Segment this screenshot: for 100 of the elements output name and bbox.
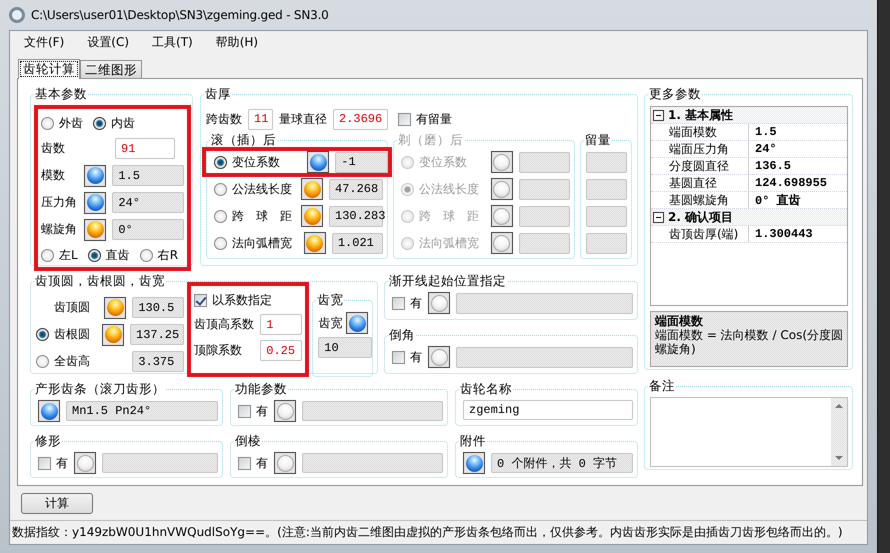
sphere-button[interactable] xyxy=(463,452,485,474)
field-label: 齿数 xyxy=(41,140,66,157)
tab[interactable]: 二维图形 xyxy=(80,60,142,78)
input-field[interactable] xyxy=(302,401,443,421)
input-field[interactable]: zgeming xyxy=(463,400,633,420)
sphere-icon xyxy=(493,180,510,198)
menu-item[interactable]: 文件(F) xyxy=(14,34,78,50)
input-field[interactable]: 11 xyxy=(248,108,273,130)
scrollbar[interactable] xyxy=(831,398,847,466)
input-field[interactable]: 10 xyxy=(318,337,372,358)
input-field[interactable]: 130.5 xyxy=(132,297,184,318)
radio-label: 齿根圆 xyxy=(54,326,90,343)
sphere-icon xyxy=(430,348,448,366)
group-title: 修形 xyxy=(34,433,62,450)
checkbox[interactable] xyxy=(238,456,251,470)
input-field[interactable] xyxy=(586,178,627,200)
sphere-button[interactable] xyxy=(346,312,368,334)
input-field[interactable]: 1.021 xyxy=(332,232,383,254)
sphere-button[interactable] xyxy=(102,324,124,346)
input-field[interactable]: -1 xyxy=(335,152,388,172)
input-field[interactable]: 24° xyxy=(112,192,184,213)
sphere-button[interactable] xyxy=(74,452,96,474)
radio-button[interactable] xyxy=(36,328,49,341)
input-field[interactable] xyxy=(586,206,627,226)
checkbox[interactable] xyxy=(194,294,207,307)
checkbox[interactable] xyxy=(392,350,405,364)
radio-label: 变位系数 xyxy=(232,154,280,170)
group-title: 齿顶圆，齿根圆，齿宽 xyxy=(34,273,166,290)
radio-label: 内齿 xyxy=(111,114,135,132)
sphere-button[interactable] xyxy=(38,400,60,422)
radio-button[interactable] xyxy=(140,248,153,262)
sphere-button[interactable] xyxy=(304,232,326,254)
notes-field[interactable] xyxy=(650,397,848,467)
menu-item[interactable]: 帮助(H) xyxy=(206,34,272,50)
sphere-button[interactable] xyxy=(428,292,450,314)
sphere-icon xyxy=(106,299,124,316)
sphere-button[interactable] xyxy=(84,218,106,240)
group-title: 渐开线起始位置指定 xyxy=(388,273,507,290)
input-field[interactable]: 3.375 xyxy=(132,351,184,372)
radio-label: 右R xyxy=(158,246,178,264)
radio-button[interactable] xyxy=(41,248,54,262)
input-field[interactable] xyxy=(302,453,443,473)
radio-button[interactable] xyxy=(214,236,227,250)
checkbox[interactable] xyxy=(392,296,405,310)
sphere-button[interactable] xyxy=(274,400,296,422)
group-title: 功能参数 xyxy=(234,381,288,398)
sphere-button[interactable] xyxy=(428,346,450,368)
radio-button[interactable] xyxy=(41,116,54,130)
checkbox[interactable] xyxy=(238,404,251,418)
input-field[interactable]: Mn1.5 Pn24° xyxy=(66,401,218,421)
sphere-icon xyxy=(86,221,104,238)
property-value: 1.5 xyxy=(754,125,777,139)
checkbox[interactable] xyxy=(38,456,51,470)
input-field[interactable]: 130.283 xyxy=(329,206,383,226)
sphere-icon xyxy=(40,402,58,420)
radio-label: 公法线长度 xyxy=(232,180,292,198)
radio-button[interactable] xyxy=(214,210,227,222)
radio-button[interactable] xyxy=(93,116,106,130)
radio-label: 变位系数 xyxy=(419,154,467,170)
property-name: 端面模数 xyxy=(667,124,749,140)
radio-button[interactable] xyxy=(214,156,227,168)
input-field[interactable]: 137.25 xyxy=(130,324,184,345)
calculate-button[interactable]: 计算 xyxy=(21,492,93,514)
input-field[interactable]: 0° xyxy=(112,219,184,240)
checkbox[interactable] xyxy=(398,112,411,126)
sphere-button[interactable] xyxy=(301,205,323,227)
input-field[interactable] xyxy=(586,152,627,172)
sphere-button[interactable] xyxy=(104,296,126,318)
input-field[interactable]: 2.3696 xyxy=(333,108,388,130)
group-title: 留量 xyxy=(584,132,612,149)
input-field[interactable]: 47.268 xyxy=(329,178,383,200)
sphere-button[interactable] xyxy=(84,192,106,214)
radio-button[interactable] xyxy=(214,182,227,196)
sphere-icon xyxy=(430,294,448,312)
input-field[interactable] xyxy=(456,346,633,368)
input-field[interactable] xyxy=(102,453,218,473)
input-field[interactable] xyxy=(586,232,627,254)
input-field[interactable] xyxy=(456,292,633,314)
sphere-button[interactable] xyxy=(307,151,330,173)
menu-item[interactable]: 设置(C) xyxy=(77,34,142,50)
sphere-button[interactable] xyxy=(274,452,296,474)
field-label: 螺旋角 xyxy=(41,221,78,238)
radio-button[interactable] xyxy=(88,248,101,262)
group-title: 剃（磨）后 xyxy=(397,132,464,149)
checkbox-label: 有 xyxy=(56,454,68,472)
menu-item[interactable]: 工具(T) xyxy=(142,34,206,50)
expander-icon[interactable] xyxy=(653,212,664,222)
app-icon xyxy=(9,7,25,23)
radio-button[interactable] xyxy=(36,355,49,368)
radio-label: 跨 球 距 xyxy=(419,208,479,224)
input-field[interactable]: 0.25 xyxy=(260,340,302,361)
sphere-button[interactable] xyxy=(301,178,323,200)
input-field[interactable]: 1.5 xyxy=(112,165,184,186)
tab[interactable]: 齿轮计算 xyxy=(18,59,80,79)
sphere-button[interactable] xyxy=(84,164,106,186)
expander-icon[interactable] xyxy=(653,110,664,120)
field-label: 压力角 xyxy=(41,194,78,211)
input-field[interactable]: 91 xyxy=(115,138,175,159)
input-field[interactable]: 0 个附件，共 0 字节 xyxy=(491,453,633,473)
input-field[interactable]: 1 xyxy=(260,314,302,335)
